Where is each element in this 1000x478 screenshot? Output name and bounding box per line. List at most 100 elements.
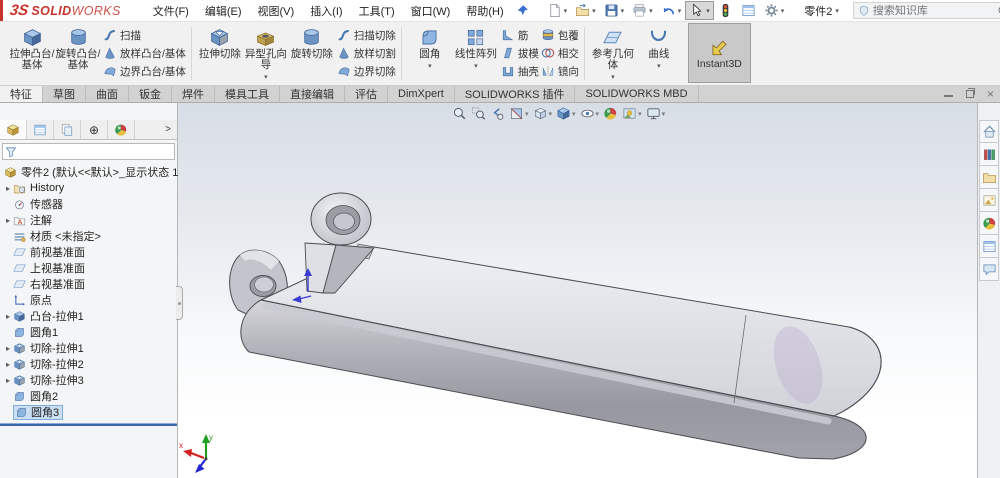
caret-down-icon[interactable]: ▾ (596, 110, 600, 118)
dimxpertmanager-tab[interactable]: ⊕ (81, 120, 108, 139)
expand-arrow-icon[interactable]: ▸ (3, 360, 13, 369)
tree-item-history[interactable]: ▸ History (0, 180, 177, 196)
apply-scene-button[interactable]: ▾ (622, 106, 642, 121)
expand-arrow-icon[interactable]: ▸ (3, 184, 13, 193)
save-button[interactable]: ▾ (600, 1, 629, 20)
tab-weldments[interactable]: 焊件 (172, 86, 215, 102)
extruded-cut-button[interactable]: 拉伸切除 (197, 23, 243, 60)
selected-tree-item[interactable]: 圆角3 (13, 404, 64, 420)
fillet-button[interactable]: 圆角 ▾ (407, 23, 453, 72)
caret-down-icon[interactable]: ▾ (662, 110, 666, 118)
edit-appearance-button[interactable] (603, 106, 618, 121)
menu-help[interactable]: 帮助(H) (458, 0, 511, 22)
linear-pattern-button[interactable]: 线性阵列 ▾ (453, 23, 499, 72)
caret-down-icon[interactable]: ▾ (657, 61, 661, 72)
part-model-3d[interactable]: y x (178, 103, 977, 478)
menu-tools[interactable]: 工具(T) (351, 0, 403, 22)
tree-item-sensors[interactable]: 传感器 (0, 196, 177, 212)
propertymanager-tab[interactable] (27, 120, 54, 139)
custom-properties-button[interactable] (979, 235, 999, 258)
graphics-viewport[interactable]: ▾ ▾ ▾ ▾ ▾ ▾ y x (178, 103, 977, 478)
options-button[interactable]: ▾ (760, 1, 789, 20)
caret-down-icon[interactable]: ▾ (428, 61, 432, 72)
caret-down-icon[interactable]: ▾ (649, 7, 653, 15)
tab-features[interactable]: 特征 (0, 86, 43, 102)
hole-wizard-button[interactable]: 异型孔向导 ▾ (243, 23, 289, 83)
expand-arrow-icon[interactable]: ▸ (3, 216, 13, 225)
shell-button[interactable]: 抽壳 (501, 64, 539, 78)
solidworks-resources-button[interactable] (979, 120, 999, 143)
search-input[interactable] (872, 4, 995, 17)
tree-item-material[interactable]: 材质 <未指定> (0, 228, 177, 244)
boundary-cut-button[interactable]: 边界切除 (337, 64, 396, 78)
tab-evaluate[interactable]: 评估 (345, 86, 388, 102)
zoom-to-fit-button[interactable] (452, 106, 467, 121)
tree-item-cut-extrude3[interactable]: ▸ 切除-拉伸3 (0, 372, 177, 388)
doc-minimize-icon[interactable] (943, 95, 953, 97)
section-view-button[interactable]: ▾ (509, 106, 529, 121)
tree-item-front-plane[interactable]: 前视基准面 (0, 244, 177, 260)
tab-surfaces[interactable]: 曲面 (86, 86, 129, 102)
tree-item-cut-extrude1[interactable]: ▸ 切除-拉伸1 (0, 340, 177, 356)
undo-button[interactable]: ▾ (657, 1, 686, 20)
expand-pane-arrow[interactable]: > (159, 120, 177, 139)
document-title-dropdown[interactable]: 零件2 ▾ (804, 3, 839, 19)
panel-splitter-handle[interactable] (176, 286, 183, 320)
curves-button[interactable]: 曲线 ▾ (636, 23, 682, 72)
caret-down-icon[interactable]: ▾ (474, 61, 478, 72)
view-settings-button[interactable]: ▾ (646, 106, 666, 121)
pin-menu-icon[interactable] (516, 4, 529, 17)
doc-close-icon[interactable]: × (987, 88, 994, 100)
tree-item-boss-extrude1[interactable]: ▸ 凸台-拉伸1 (0, 308, 177, 324)
draft-button[interactable]: 拔模 (501, 46, 539, 60)
caret-down-icon[interactable]: ▾ (781, 7, 785, 15)
previous-view-button[interactable] (490, 106, 505, 121)
menu-file[interactable]: 文件(F) (145, 0, 197, 22)
zoom-to-area-button[interactable] (471, 106, 486, 121)
boundary-boss-base-button[interactable]: 边界凸台/基体 (103, 64, 186, 78)
view-palette-button[interactable] (979, 189, 999, 212)
caret-down-icon[interactable]: ▾ (264, 72, 268, 83)
menu-view[interactable]: 视图(V) (250, 0, 303, 22)
caret-down-icon[interactable]: ▾ (572, 110, 576, 118)
swept-boss-base-button[interactable]: 扫描 (103, 28, 186, 42)
tab-sketch[interactable]: 草图 (43, 86, 86, 102)
rollback-bar[interactable] (0, 423, 177, 426)
menu-window[interactable]: 窗口(W) (403, 0, 459, 22)
tab-direct-editing[interactable]: 直接编辑 (280, 86, 345, 102)
tree-item-fillet2[interactable]: 圆角2 (0, 388, 177, 404)
print-button[interactable]: ▾ (628, 1, 657, 20)
caret-down-icon[interactable]: ▾ (525, 110, 529, 118)
instant3d-button[interactable]: Instant3D (687, 23, 751, 83)
tree-filter-box[interactable] (2, 143, 175, 160)
mirror-button[interactable]: 镜向 (541, 64, 579, 78)
open-button[interactable]: ▾ (571, 1, 600, 20)
caret-down-icon[interactable]: ▾ (592, 7, 596, 15)
featuremanager-tree-tab[interactable] (0, 120, 27, 139)
tree-item-fillet1[interactable]: 圆角1 (0, 324, 177, 340)
caret-down-icon[interactable]: ▾ (638, 110, 642, 118)
tree-item-origin[interactable]: 原点 (0, 292, 177, 308)
displaymanager-tab[interactable] (108, 120, 135, 139)
menu-insert[interactable]: 插入(I) (302, 0, 350, 22)
tab-dimxpert[interactable]: DimXpert (388, 86, 455, 102)
caret-down-icon[interactable]: ▾ (621, 7, 625, 15)
appearances-scenes-button[interactable] (979, 212, 999, 235)
tree-item-fillet3[interactable]: 圆角3 (0, 404, 177, 420)
file-properties-button[interactable] (737, 1, 760, 20)
tab-mold-tools[interactable]: 模具工具 (215, 86, 280, 102)
menu-edit[interactable]: 编辑(E) (197, 0, 250, 22)
expand-arrow-icon[interactable]: ▸ (3, 312, 13, 321)
swept-cut-button[interactable]: 扫描切除 (337, 28, 396, 42)
lofted-cut-button[interactable]: 放样切割 (337, 46, 396, 60)
tree-item-annotations[interactable]: ▸ 注解 (0, 212, 177, 228)
view-orientation-button[interactable]: ▾ (533, 106, 552, 121)
rib-button[interactable]: 筋 (501, 28, 539, 42)
tree-root-part[interactable]: 零件2 (默认<<默认>_显示状态 1>) (0, 164, 189, 180)
caret-down-icon[interactable]: ▾ (706, 7, 710, 15)
tab-sheet-metal[interactable]: 钣金 (129, 86, 172, 102)
wrap-button[interactable]: 包覆 (541, 28, 579, 42)
new-document-button[interactable]: ▾ (543, 1, 572, 20)
hide-show-items-button[interactable]: ▾ (580, 106, 600, 121)
caret-down-icon[interactable]: ▾ (611, 72, 615, 83)
